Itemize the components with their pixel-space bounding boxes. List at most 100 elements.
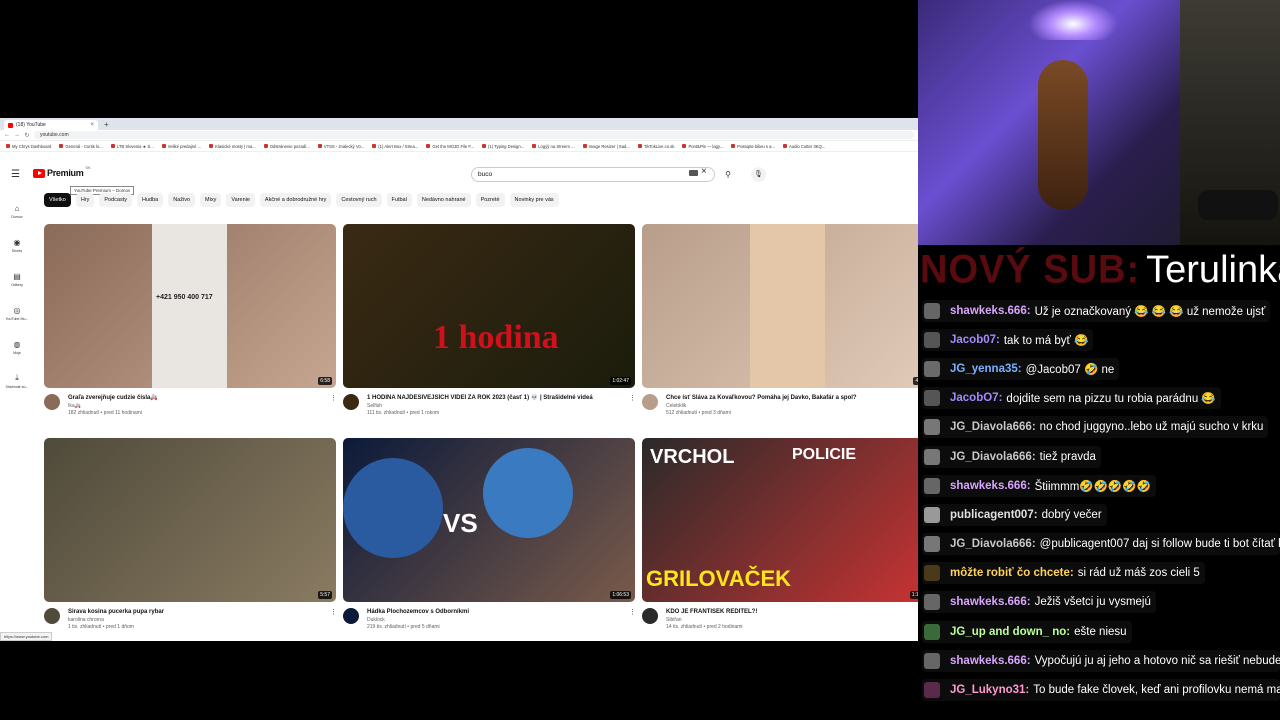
video-title[interactable]: 1 HODINA NAJDESIVEJŠÍCH VIDEÍ ZA ROK 202… bbox=[367, 394, 621, 402]
chat-message: JG_Diavola666: tiež pravda bbox=[922, 442, 1280, 471]
nav-item[interactable]: ◉ Shorts bbox=[0, 228, 34, 262]
bookmark-item[interactable]: Postupte bilieu s a... bbox=[731, 144, 775, 149]
search-input[interactable]: buco bbox=[471, 167, 715, 182]
bookmark-item[interactable]: General - Curtis lo... bbox=[59, 144, 103, 149]
bookmark-item[interactable]: Logýý na Streem ... bbox=[532, 144, 575, 149]
chip-filter[interactable]: Akčné a dobrodružné hry bbox=[259, 193, 332, 207]
chat-text: tak to má byť 😂 bbox=[1003, 334, 1089, 347]
bookmark-item[interactable]: (1) Typing Design... bbox=[481, 143, 525, 149]
channel-avatar[interactable] bbox=[44, 394, 60, 410]
video-thumbnail[interactable]: 47:25 bbox=[642, 224, 918, 388]
channel-avatar[interactable] bbox=[642, 608, 658, 624]
nav-icon: ◍ bbox=[13, 339, 21, 349]
more-options-icon[interactable]: ⋮ bbox=[629, 608, 636, 631]
bookmark-item[interactable]: Get the MOJO File F... bbox=[426, 144, 474, 149]
left-navigation: ⌂ Domov ◉ Shorts ▤ Odbery ◎ YouTube Mu... ◍ Moje ⤓… bbox=[0, 194, 34, 398]
video-thumbnail[interactable]: +421 950 400 717 6:58 bbox=[44, 224, 336, 388]
reload-button[interactable]: ↻ bbox=[24, 132, 30, 139]
youtube-premium-logo[interactable]: Premium SK bbox=[33, 165, 91, 178]
nav-item[interactable]: ◎ YouTube Mu... bbox=[0, 296, 34, 330]
bookmark-item[interactable]: (1) Alert Box / Strea... bbox=[372, 144, 418, 149]
clear-search-icon[interactable]: × bbox=[701, 166, 707, 177]
chip-filter[interactable]: Pozreté bbox=[475, 193, 505, 207]
bookmark-item[interactable]: Pont&Ple — lagy... bbox=[682, 144, 723, 149]
chip-filter[interactable]: Všetko bbox=[44, 193, 71, 207]
chat-bubble: môžte robiť čo chcete: si rád už máš zos … bbox=[922, 562, 1205, 585]
bookmark-item[interactable]: My Chrys Dashboard bbox=[6, 144, 51, 149]
menu-icon[interactable]: ☰ bbox=[11, 169, 20, 180]
chat-username: JG_up and down_ no: bbox=[950, 625, 1071, 638]
address-bar[interactable]: youtube.com bbox=[34, 131, 914, 139]
chip-filter[interactable]: Futbal bbox=[386, 193, 412, 207]
forward-button[interactable]: → bbox=[14, 132, 20, 138]
video-thumbnail[interactable]: 1 hodina 1:02:47 bbox=[343, 224, 635, 388]
chat-username: JG_yenna35: bbox=[950, 362, 1022, 375]
channel-avatar[interactable] bbox=[343, 394, 359, 410]
chip-filter[interactable]: Hry bbox=[75, 193, 95, 207]
video-thumbnail[interactable]: VRCHOL POLICIE GRILOVAČEK 1:11:46 bbox=[642, 438, 918, 602]
bookmark-item[interactable]: Klasické mosty | ma... bbox=[209, 144, 256, 149]
new-tab-button[interactable]: + bbox=[101, 120, 112, 130]
chip-filter[interactable]: Mixy bbox=[200, 193, 222, 207]
bookmark-item[interactable]: Audio Cutter 3KQ... bbox=[783, 144, 825, 149]
browser-tab-youtube[interactable]: (18) YouTube × bbox=[4, 120, 98, 130]
channel-name[interactable]: Sibiřan bbox=[666, 616, 918, 624]
search-button[interactable]: ⚲ bbox=[715, 167, 741, 182]
bookmark-item[interactable]: Veliké predajné ... bbox=[161, 144, 201, 149]
video-card[interactable]: VS 1:06:53 Hádka Plochozemcov s Odborníkmi… bbox=[343, 438, 636, 631]
nav-item[interactable]: ◍ Moje bbox=[0, 330, 34, 364]
more-options-icon[interactable]: ⋮ bbox=[330, 394, 337, 417]
video-card[interactable]: VRCHOL POLICIE GRILOVAČEK 1:11:46 KDO JE FRA… bbox=[642, 438, 918, 631]
chat-text: @publicagent007 daj si follow bude ti bo… bbox=[1039, 538, 1280, 551]
video-card[interactable]: 47:25 Chce ísť Sláva za Kovaľkovou? Pomáh… bbox=[642, 224, 918, 417]
video-title[interactable]: Graľa zverejňuje cudzie čísla🚑 bbox=[68, 394, 322, 402]
channel-avatar[interactable] bbox=[343, 608, 359, 624]
chat-message: JG_Lukyno31: To bude fake človek, keď ani… bbox=[922, 675, 1280, 704]
video-title[interactable]: KDO JE FRANTIŠEK ŘEDITEL?! bbox=[666, 608, 918, 616]
chip-filter[interactable]: Cestovný ruch bbox=[336, 193, 382, 207]
video-card[interactable]: 1 hodina 1:02:47 1 HODINA NAJDESIVEJŠÍCH V… bbox=[343, 224, 636, 417]
nav-item[interactable]: ▤ Odbery bbox=[0, 262, 34, 296]
video-thumbnail[interactable]: 5:57 bbox=[44, 438, 336, 602]
channel-name[interactable]: karolina chrorna bbox=[68, 616, 322, 624]
video-title[interactable]: Chce ísť Sláva za Kovaľkovou? Pomáha jej… bbox=[666, 394, 918, 402]
chip-filter[interactable]: Hudba bbox=[137, 193, 164, 207]
new-sub-name: Terulinka bbox=[1146, 248, 1280, 291]
chip-filter[interactable]: Nedávno nahrané bbox=[416, 193, 471, 207]
nav-item[interactable]: ⤓ Stiahnuté sú... bbox=[0, 364, 34, 398]
keyboard-icon[interactable] bbox=[689, 170, 698, 176]
nav-label: Moje bbox=[13, 350, 21, 355]
video-title[interactable]: Širava kosina pucerka pupa rybar bbox=[68, 608, 322, 616]
nav-item[interactable]: ⌂ Domov bbox=[0, 194, 34, 228]
video-card[interactable]: 5:57 Širava kosina pucerka pupa rybar karo… bbox=[44, 438, 337, 631]
more-options-icon[interactable]: ⋮ bbox=[330, 608, 337, 631]
bookmark-item[interactable]: Odstránenie pozadí... bbox=[263, 144, 310, 149]
chat-message: publicagent007: dobrý večer bbox=[922, 500, 1280, 529]
voice-search-icon[interactable]: 🎙 bbox=[751, 167, 766, 182]
logo-text: Premium bbox=[47, 168, 84, 178]
chip-filter[interactable]: Naživo bbox=[168, 193, 196, 207]
chip-filter[interactable]: Varenie bbox=[226, 193, 255, 207]
more-options-icon[interactable]: ⋮ bbox=[629, 394, 636, 417]
bookmark-item[interactable]: VTSS - znalecký Vo... bbox=[317, 144, 364, 149]
channel-name[interactable]: Ika🚑 bbox=[68, 402, 322, 410]
video-title[interactable]: Hádka Plochozemcov s Odborníkmi bbox=[367, 608, 621, 616]
close-tab-icon[interactable]: × bbox=[90, 122, 94, 128]
bookmark-label: Image Resizer | Sad... bbox=[588, 143, 630, 149]
bookmark-item[interactable]: LTB Slovenia ★ S... bbox=[110, 144, 154, 149]
chat-text: no chod juggyno..lebo už majú sucho v kr… bbox=[1039, 421, 1264, 434]
channel-avatar[interactable] bbox=[642, 394, 658, 410]
bookmark-label: (1) Typing Design... bbox=[487, 143, 525, 149]
video-card[interactable]: +421 950 400 717 6:58 Graľa zverejňuje cud… bbox=[44, 224, 337, 417]
channel-avatar[interactable] bbox=[44, 608, 60, 624]
channel-name[interactable]: Celebklik bbox=[666, 402, 918, 410]
back-button[interactable]: ← bbox=[4, 132, 10, 138]
bookmark-favicon-icon bbox=[317, 144, 322, 148]
channel-name[interactable]: Selfish bbox=[367, 402, 621, 410]
chip-filter[interactable]: Podcasty bbox=[99, 193, 133, 207]
channel-name[interactable]: Duklock bbox=[367, 616, 621, 624]
video-thumbnail[interactable]: VS 1:06:53 bbox=[343, 438, 635, 602]
bookmark-item[interactable]: Image Resizer | Sad... bbox=[582, 143, 630, 149]
chip-filter[interactable]: Novinky pre vás bbox=[509, 193, 559, 207]
bookmark-item[interactable]: TikTokLive.co.sk bbox=[637, 144, 674, 149]
